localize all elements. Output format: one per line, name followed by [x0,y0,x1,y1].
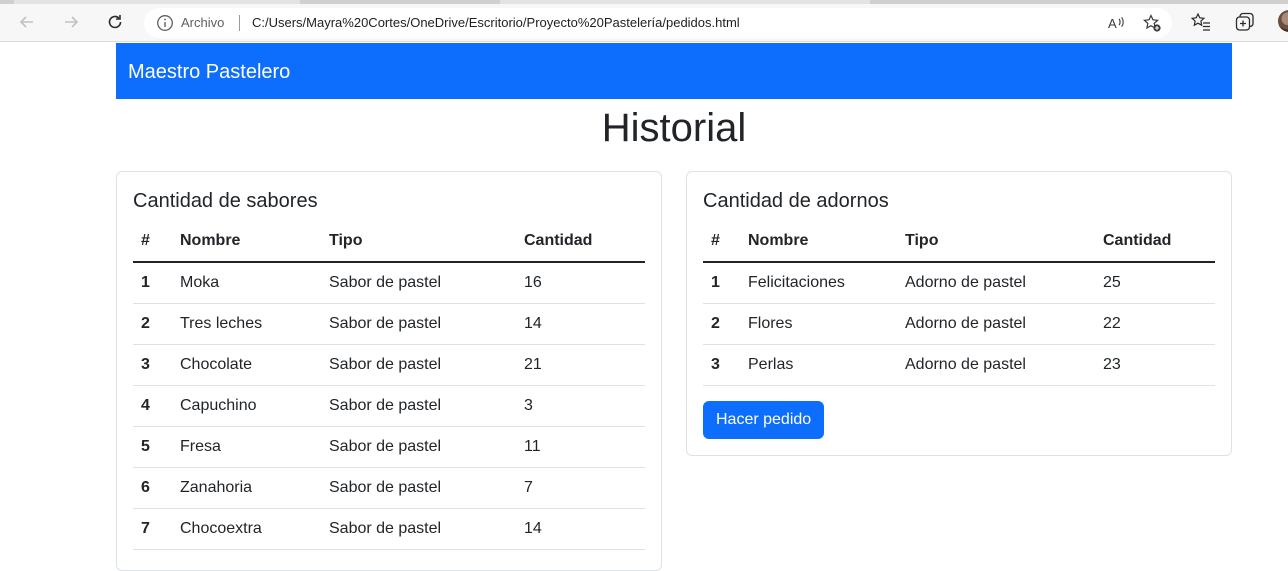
column-header-number: # [703,220,740,263]
svg-text:A: A [1108,16,1117,31]
column-header-nombre: Nombre [172,220,321,263]
table-row: 2 Tres leches Sabor de pastel 14 [133,303,645,345]
row-tipo: Adorno de pastel [897,303,1095,345]
info-icon[interactable] [156,14,174,32]
row-cantidad: 7 [516,467,645,509]
address-divider [239,15,240,31]
table-row: 1 Moka Sabor de pastel 16 [133,262,645,304]
address-url[interactable]: C:/Users/Mayra%20Cortes/OneDrive/Escrito… [252,15,740,30]
table-header-row: # Nombre Tipo Cantidad [133,220,645,263]
forward-icon [65,16,79,28]
row-number: 2 [703,303,740,345]
refresh-button[interactable] [101,8,129,36]
row-nombre: Zanahoria [172,467,321,509]
row-cantidad: 14 [516,303,645,345]
adornos-card-title: Cantidad de adornos [703,190,889,212]
row-number: 6 [133,467,172,509]
column-header-cantidad: Cantidad [1095,220,1215,263]
row-nombre: Tres leches [172,303,321,345]
add-favorite-icon[interactable] [1142,13,1162,33]
sabores-card-title: Cantidad de sabores [133,190,318,212]
row-tipo: Sabor de pastel [321,303,516,345]
row-number: 1 [133,262,172,304]
table-header-row: # Nombre Tipo Cantidad [703,220,1215,263]
address-scheme-label: Archivo [181,15,225,30]
row-nombre: Moka [172,262,321,304]
row-number: 3 [703,344,740,386]
back-icon [19,16,33,28]
row-number: 5 [133,426,172,468]
row-cantidad: 3 [516,385,645,427]
row-number: 2 [133,303,172,345]
row-cantidad: 23 [1095,344,1215,386]
profile-avatar[interactable] [1278,10,1288,32]
site-navbar: Maestro Pastelero [116,43,1232,99]
column-header-tipo: Tipo [321,220,516,263]
navbar-brand[interactable]: Maestro Pastelero [128,61,290,84]
row-cantidad: 21 [516,344,645,386]
row-tipo: Adorno de pastel [897,262,1095,304]
back-button[interactable] [13,8,41,36]
row-nombre: Felicitaciones [740,262,897,304]
row-cantidad: 25 [1095,262,1215,304]
table-row: 1 Felicitaciones Adorno de pastel 25 [703,262,1215,304]
page-title: Historial [601,106,747,150]
row-tipo: Sabor de pastel [321,385,516,427]
table-row: 3 Perlas Adorno de pastel 23 [703,344,1215,386]
hacer-pedido-button[interactable]: Hacer pedido [703,401,825,439]
column-header-number: # [133,220,172,263]
table-row: 3 Chocolate Sabor de pastel 21 [133,344,645,386]
row-tipo: Sabor de pastel [321,467,516,509]
table-row: 4 Capuchino Sabor de pastel 3 [133,385,645,427]
address-bar[interactable]: Archivo C:/Users/Mayra%20Cortes/OneDrive… [144,8,1172,38]
adornos-table: # Nombre Tipo Cantidad 1 Felicitaciones Ad… [703,220,1215,386]
row-cantidad: 22 [1095,303,1215,345]
row-number: 1 [703,262,740,304]
row-cantidad: 16 [516,262,645,304]
row-nombre: Capuchino [172,385,321,427]
refresh-icon [108,15,122,29]
read-aloud-icon[interactable]: A [1106,13,1126,33]
row-tipo: Sabor de pastel [321,262,516,304]
tab-strip [0,0,1288,4]
row-tipo: Sabor de pastel [321,344,516,386]
row-cantidad: 11 [516,426,645,468]
sabores-card: Cantidad de sabores # Nombre Tipo Cantid… [116,171,662,571]
column-header-nombre: Nombre [740,220,897,263]
table-row: 2 Flores Adorno de pastel 22 [703,303,1215,345]
row-nombre: Chocolate [172,344,321,386]
collections-icon[interactable] [1234,11,1256,33]
row-nombre: Fresa [172,426,321,468]
row-tipo: Adorno de pastel [897,344,1095,386]
row-number: 3 [133,344,172,386]
column-header-tipo: Tipo [897,220,1095,263]
column-header-cantidad: Cantidad [516,220,645,263]
forward-button[interactable] [57,8,85,36]
browser-toolbar: Archivo C:/Users/Mayra%20Cortes/OneDrive… [0,0,1288,42]
row-number: 4 [133,385,172,427]
row-tipo: Sabor de pastel [321,426,516,468]
row-nombre: Flores [740,303,897,345]
table-row: 6 Zanahoria Sabor de pastel 7 [133,467,645,509]
table-row: 5 Fresa Sabor de pastel 11 [133,426,645,468]
row-nombre: Perlas [740,344,897,386]
adornos-card: Cantidad de adornos # Nombre Tipo Cantid… [686,171,1232,456]
sabores-table: # Nombre Tipo Cantidad 1 Moka Sabor de pas… [133,220,645,550]
favorites-icon[interactable] [1190,11,1212,33]
